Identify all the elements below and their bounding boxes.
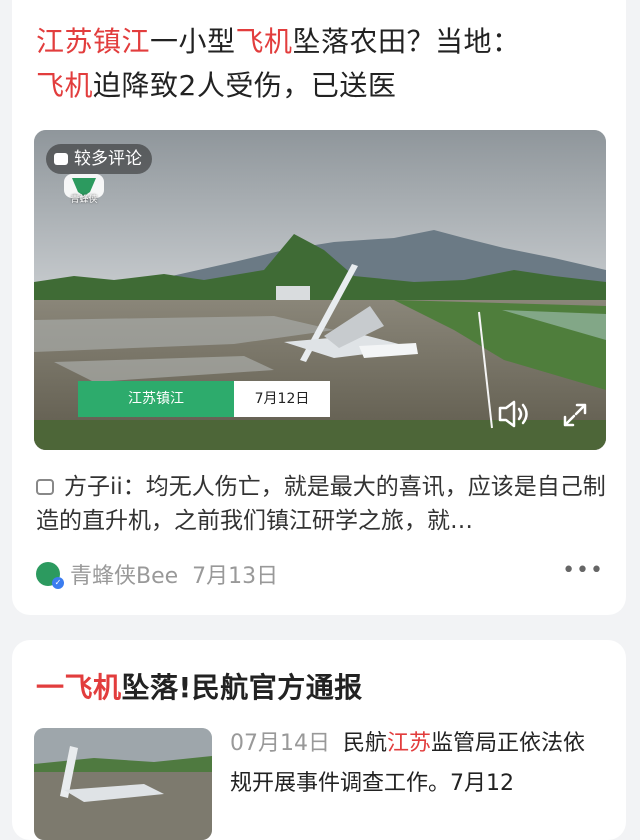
article-thumbnail[interactable] <box>34 728 212 840</box>
video-date: 7月12日 <box>234 381 330 417</box>
logo-text: 青蜂侠 <box>70 195 98 205</box>
video-player[interactable]: 较多评论 青蜂侠 江苏镇江 7月12日 <box>34 130 606 450</box>
title-text: 迫降致2人受伤，已送医 <box>93 69 397 102</box>
snippet-date: 07月14日 <box>230 731 330 756</box>
source-avatar[interactable]: ✓ <box>36 562 64 589</box>
article-meta: ✓ 青蜂侠Bee 7月13日 ••• <box>36 556 606 592</box>
title-highlight: 飞机 <box>64 671 122 704</box>
more-options-icon[interactable]: ••• <box>562 556 604 592</box>
news-card-1[interactable]: 江苏镇江一小型飞机坠落农田？当地： 飞机迫降致2人受伤，已送医 较多评论 青蜂侠… <box>12 0 626 615</box>
title-text: 一小型 <box>150 25 236 58</box>
news-card-2[interactable]: 一飞机坠落!民航官方通报 07月14日 民航江苏监管局正依法依规开展事件调查工作… <box>12 640 626 840</box>
article-title[interactable]: 江苏镇江一小型飞机坠落农田？当地： 飞机迫降致2人受伤，已送医 <box>36 20 606 108</box>
sound-icon[interactable] <box>496 398 532 430</box>
title-highlight: 一 <box>36 671 65 704</box>
verified-icon: ✓ <box>52 577 64 589</box>
thumbnail-image <box>34 728 212 840</box>
location-label: 江苏镇江 <box>78 381 234 417</box>
title-highlight: 江苏镇江 <box>36 25 151 58</box>
article-snippet[interactable]: 07月14日 民航江苏监管局正依法依规开展事件调查工作。7月12 <box>230 724 606 804</box>
comment-icon <box>36 479 54 495</box>
title-highlight: 飞机 <box>235 25 293 58</box>
top-comment[interactable]: 方子ii：均无人伤亡，就是最大的喜讯，应该是自己制造的直升机，之前我们镇江研学之… <box>36 470 606 538</box>
comment-author: 方子ii： <box>64 474 146 500</box>
location-banner: 江苏镇江 7月12日 <box>78 381 330 417</box>
title-highlight: 飞机 <box>36 69 94 102</box>
expand-icon[interactable] <box>562 402 588 428</box>
publish-date: 7月13日 <box>192 564 279 589</box>
article-title[interactable]: 一飞机坠落!民航官方通报 <box>36 666 606 710</box>
title-text: 坠落!民航官方通报 <box>121 671 363 704</box>
title-text: 坠落农田？当地： <box>292 25 521 58</box>
source-name[interactable]: 青蜂侠Bee <box>70 558 178 590</box>
